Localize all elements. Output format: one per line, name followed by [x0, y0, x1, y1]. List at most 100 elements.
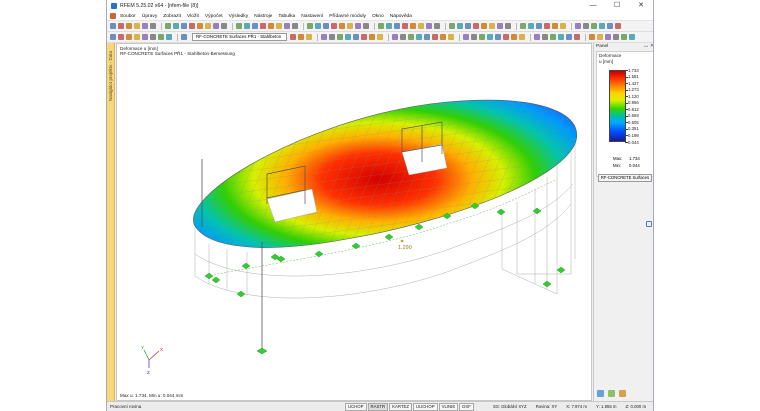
toolbar-button[interactable]: [471, 34, 477, 40]
toolbar-button[interactable]: [260, 23, 266, 29]
toolbar-button[interactable]: [481, 23, 487, 29]
toolbar-button[interactable]: [110, 34, 116, 40]
menu-nastaveni[interactable]: Nastavení: [301, 14, 323, 19]
toolbar-button[interactable]: [377, 34, 383, 40]
toolbar-button[interactable]: [205, 23, 211, 29]
toolbar-button[interactable]: [110, 23, 116, 29]
results-combo[interactable]: RF-CONCRETE Surfaces PŘ1 - Stahlbeton: [192, 33, 287, 41]
toolbar-button[interactable]: [599, 23, 605, 29]
display-icon[interactable]: [597, 390, 604, 397]
toggle-dxf[interactable]: DXF: [459, 403, 474, 411]
toolbar-button[interactable]: [479, 34, 485, 40]
toolbar-button[interactable]: [519, 34, 525, 40]
toolbar-button[interactable]: [463, 34, 469, 40]
toolbar-button[interactable]: [315, 23, 321, 29]
toolbar-button[interactable]: [118, 34, 124, 40]
menu-okno[interactable]: Okno: [372, 14, 384, 19]
toolbar-button[interactable]: [276, 23, 282, 29]
toolbar-button[interactable]: [236, 23, 242, 29]
toolbar-button[interactable]: [575, 23, 581, 29]
toolbar-button[interactable]: [434, 23, 440, 29]
toolbar-button[interactable]: [323, 23, 329, 29]
toolbar-button[interactable]: [424, 34, 430, 40]
toolbar-button[interactable]: [489, 23, 495, 29]
toolbar-button[interactable]: [544, 23, 550, 29]
toolbar-button[interactable]: [181, 34, 187, 40]
toolbar-button[interactable]: [495, 34, 501, 40]
toolbar-button[interactable]: [378, 23, 384, 29]
toolbar-button[interactable]: [621, 34, 627, 40]
toolbar-button[interactable]: [394, 23, 400, 29]
toolbar-button[interactable]: [118, 23, 124, 29]
toolbar-button[interactable]: [457, 23, 463, 29]
menu-pridavne-moduly[interactable]: Přídavné moduly: [329, 14, 366, 19]
toolbar-button[interactable]: [353, 34, 359, 40]
toolbar-button[interactable]: [134, 23, 140, 29]
toolbar-button[interactable]: [566, 34, 572, 40]
toolbar-button[interactable]: [181, 23, 187, 29]
menu-vypocet[interactable]: Výpočet: [205, 14, 223, 19]
toolbar-button[interactable]: [473, 23, 479, 29]
pin-icon[interactable]: ꟷ: [644, 44, 648, 50]
toolbar-button[interactable]: [520, 23, 526, 29]
toolbar-button[interactable]: [505, 23, 511, 29]
toolbar-button[interactable]: [402, 23, 408, 29]
toolbar-button[interactable]: [536, 23, 542, 29]
toolbar-button[interactable]: [574, 34, 580, 40]
toolbar-button[interactable]: [408, 34, 414, 40]
panel-close-icon[interactable]: ✕: [650, 44, 653, 49]
toolbar-button[interactable]: [449, 23, 455, 29]
toolbar-button[interactable]: [142, 23, 148, 29]
menu-vysledky[interactable]: Výsledky: [229, 14, 249, 19]
document-icon[interactable]: [110, 13, 116, 19]
toolbar-button[interactable]: [607, 23, 613, 29]
toolbar-button[interactable]: [542, 34, 548, 40]
toolbar-button[interactable]: [597, 34, 603, 40]
toolbar-button[interactable]: [150, 34, 156, 40]
toolbar-button[interactable]: [306, 34, 312, 40]
legend-color-scale[interactable]: [609, 70, 626, 142]
toolbar-button[interactable]: [165, 23, 171, 29]
toolbar-button[interactable]: [337, 34, 343, 40]
menu-nastroje[interactable]: Nástroje: [254, 14, 272, 19]
menu-vlozit[interactable]: Vložit: [187, 14, 199, 19]
toolbar-button[interactable]: [355, 23, 361, 29]
toolbar-button[interactable]: [331, 23, 337, 29]
toolbar-button[interactable]: [339, 23, 345, 29]
toolbar-button[interactable]: [400, 34, 406, 40]
toolbar-button[interactable]: [158, 34, 164, 40]
toolbar-button[interactable]: [528, 23, 534, 29]
toolbar-button[interactable]: [560, 23, 566, 29]
toggle-uuchop[interactable]: UUCHOP: [412, 403, 438, 411]
filter-icon[interactable]: [619, 390, 626, 397]
toolbar-button[interactable]: [290, 34, 296, 40]
model-viewport[interactable]: 1.290 X Y Z Deformace u [mm] RF-CONCRETE…: [116, 43, 592, 401]
toggle-rastr[interactable]: RASTR: [367, 403, 389, 411]
toolbar-button[interactable]: [150, 23, 156, 29]
toolbar-button[interactable]: [321, 34, 327, 40]
toolbar-button[interactable]: [363, 23, 369, 29]
toolbar-button[interactable]: [369, 34, 375, 40]
toolbar-button[interactable]: [448, 34, 454, 40]
toolbar-button[interactable]: [605, 34, 611, 40]
toolbar-button[interactable]: [134, 34, 140, 40]
close-button[interactable]: ✕: [629, 0, 653, 12]
toolbar-button[interactable]: [589, 34, 595, 40]
toolbar-button[interactable]: [284, 23, 290, 29]
toolbar-button[interactable]: [252, 23, 258, 29]
toolbar-button[interactable]: [307, 23, 313, 29]
toolbar-button[interactable]: [550, 34, 556, 40]
toolbar-button[interactable]: [432, 34, 438, 40]
toggle-uchop[interactable]: UCHOP: [345, 403, 367, 411]
tree-icon[interactable]: [608, 390, 615, 397]
menu-upravy[interactable]: Úpravy: [142, 14, 158, 19]
toolbar-button[interactable]: [418, 23, 424, 29]
toggle-vlinie[interactable]: VLINIE: [438, 403, 459, 411]
toolbar-button[interactable]: [613, 34, 619, 40]
toolbar-button[interactable]: [503, 34, 509, 40]
toolbar-button[interactable]: [244, 23, 250, 29]
toolbar-button[interactable]: [189, 23, 195, 29]
toggle-kartez[interactable]: KARTEZ: [389, 403, 412, 411]
toolbar-button[interactable]: [416, 34, 422, 40]
toolbar-button[interactable]: [173, 23, 179, 29]
